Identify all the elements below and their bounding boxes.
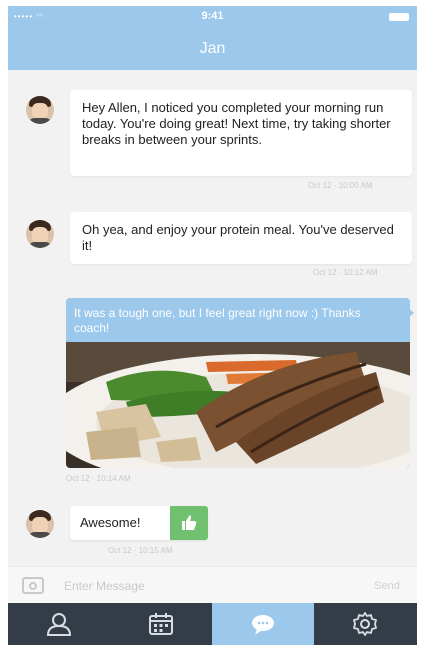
person-icon xyxy=(46,613,72,636)
message-text: It was a tough one, but I feel great rig… xyxy=(74,306,361,335)
coach-avatar[interactable] xyxy=(26,220,54,248)
send-button[interactable]: Send xyxy=(367,576,407,596)
message-input[interactable] xyxy=(64,576,354,596)
message-bubble-incoming: Hey Allen, I noticed you completed your … xyxy=(70,90,412,176)
coach-avatar[interactable] xyxy=(26,510,54,538)
contact-name: Jan xyxy=(199,40,226,57)
message-bubble-incoming: Oh yea, and enjoy your protein meal. You… xyxy=(70,212,412,264)
message-text: Awesome! xyxy=(80,515,141,530)
message-bubble-incoming: Awesome! xyxy=(70,506,208,540)
tab-bar xyxy=(8,603,417,645)
tab-profile[interactable] xyxy=(8,603,110,645)
camera-icon[interactable] xyxy=(22,577,44,594)
chat-header: Jan xyxy=(8,28,417,70)
gear-icon xyxy=(353,612,377,636)
message-text: Hey Allen, I noticed you completed your … xyxy=(82,100,391,147)
thumbs-up-icon xyxy=(182,515,197,530)
message-timestamp: Oct 12 · 10:00 AM xyxy=(308,181,373,190)
meal-photo[interactable] xyxy=(66,342,410,468)
chat-bubble-icon xyxy=(252,615,274,635)
message-composer: Send xyxy=(8,566,417,603)
bubble-tail xyxy=(408,308,414,318)
phone-screen: ••••• ◠ 9:41 Jan Hey Allen, I noticed yo… xyxy=(8,6,417,645)
battery-icon xyxy=(389,13,409,21)
tab-calendar[interactable] xyxy=(110,603,212,645)
like-button[interactable] xyxy=(170,506,208,540)
coach-avatar[interactable] xyxy=(26,96,54,124)
tab-messages[interactable] xyxy=(212,603,314,645)
status-time: 9:41 xyxy=(201,10,224,22)
message-timestamp: Oct 12 · 10:12 AM xyxy=(313,268,378,277)
message-timestamp: Oct 12 · 10:14 AM xyxy=(66,474,131,483)
message-bubble-outgoing: It was a tough one, but I feel great rig… xyxy=(66,298,410,468)
message-text: Oh yea, and enjoy your protein meal. You… xyxy=(82,222,394,253)
calendar-icon xyxy=(149,613,173,635)
message-timestamp: Oct 12 · 10:15 AM xyxy=(108,546,173,555)
status-bar: ••••• ◠ 9:41 xyxy=(8,6,417,28)
tab-settings[interactable] xyxy=(314,603,416,645)
